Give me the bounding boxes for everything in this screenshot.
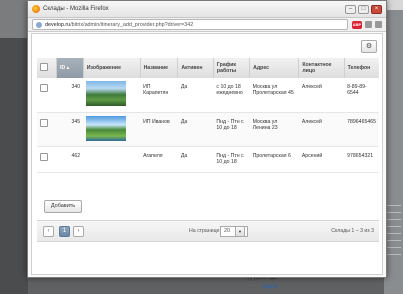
table-header-row: ID ▴ Изображение Название Активен График… bbox=[37, 58, 379, 78]
title-bar[interactable]: Склады - Mozilla Firefox – □ × bbox=[28, 1, 386, 18]
column-header-schedule[interactable]: График работы bbox=[213, 58, 251, 78]
maximize-button[interactable]: □ bbox=[358, 4, 369, 14]
column-header-active[interactable]: Активен bbox=[177, 58, 214, 78]
column-header-contact[interactable]: Контактное лицо bbox=[298, 58, 345, 78]
column-header-phone[interactable]: Телефон bbox=[344, 58, 379, 78]
content-area: ⚙ ID ▴ Изображение Название Активен Граф… bbox=[31, 33, 383, 275]
cell-address: Москва ул Пролетарская 45 bbox=[249, 78, 299, 113]
records-count: Склады 1 – 3 из 3 bbox=[331, 228, 374, 234]
url-domain: develop.ru bbox=[45, 21, 71, 28]
cell-phone: 978654321 bbox=[344, 146, 379, 173]
cell-schedule: Пнд - Птн с 10 до 18 bbox=[213, 146, 250, 173]
minimize-button[interactable]: – bbox=[345, 4, 356, 14]
cell-active: Да bbox=[177, 78, 214, 113]
cell-contact: Арсений bbox=[298, 146, 345, 173]
chevron-down-icon[interactable]: ▼ bbox=[235, 226, 245, 237]
prev-page-button[interactable]: ‹ bbox=[43, 226, 54, 237]
cell-name: ИП Иванов bbox=[140, 112, 178, 147]
cell-phone: 7896465465 bbox=[344, 112, 379, 147]
adblock-icon[interactable]: ABP bbox=[352, 20, 362, 29]
add-button[interactable]: Добавить bbox=[44, 200, 82, 213]
url-path: /bitrix/admin/itinerary_add_provider.php… bbox=[70, 21, 194, 28]
cell-id: 462 bbox=[56, 146, 84, 173]
cell-id: 345 bbox=[56, 112, 84, 147]
column-header-image[interactable]: Изображение bbox=[83, 58, 141, 78]
background-map-link[interactable]: Карта bbox=[262, 284, 278, 290]
cell-id: 340 bbox=[56, 78, 84, 113]
cell-contact: Алексей bbox=[298, 78, 345, 113]
cell-name: ИП Карапетян bbox=[140, 78, 178, 113]
popup-window: Склады - Mozilla Firefox – □ × develop.r… bbox=[27, 0, 387, 278]
table-row[interactable]: 340 ИП Карапетян Да с 10 до 18 ежедневно… bbox=[37, 78, 379, 113]
background-side-lines bbox=[386, 205, 401, 261]
column-header-address[interactable]: Адрес bbox=[249, 58, 300, 78]
cell-active: Да bbox=[177, 146, 214, 173]
table-row[interactable]: 462 Агапеля Да Пнд - Птн с 10 до 18 Прол… bbox=[37, 146, 379, 173]
provider-image bbox=[86, 115, 127, 141]
column-header-name[interactable]: Название bbox=[140, 58, 179, 78]
cell-name: Агапеля bbox=[140, 146, 178, 173]
cell-address: Пролетарская 6 bbox=[249, 146, 299, 173]
row-checkbox[interactable] bbox=[40, 84, 48, 92]
select-all-checkbox[interactable] bbox=[40, 63, 48, 71]
toolbar-icon[interactable] bbox=[365, 21, 372, 28]
cell-address: Москва ул Ленина 23 bbox=[249, 112, 299, 147]
current-page[interactable]: 1 bbox=[59, 226, 70, 237]
select-all-header bbox=[37, 58, 58, 78]
cell-active: Да bbox=[177, 112, 214, 147]
row-checkbox[interactable] bbox=[40, 118, 48, 127]
firefox-icon bbox=[32, 5, 40, 13]
window-title: Склады - Mozilla Firefox bbox=[43, 6, 109, 12]
background-left-header bbox=[0, 0, 28, 38]
site-identity-icon bbox=[36, 21, 42, 28]
pagination-bar: ‹ 1 › На странице: 20 ▼ Склады 1 – 3 из … bbox=[37, 220, 379, 242]
url-field[interactable]: develop.ru /bitrix/admin/itinerary_add_p… bbox=[32, 19, 348, 30]
background-left-panel bbox=[0, 0, 28, 294]
settings-gear-icon[interactable]: ⚙ bbox=[361, 40, 377, 53]
next-page-button[interactable]: › bbox=[73, 226, 84, 237]
cell-schedule: с 10 до 18 ежедневно bbox=[213, 78, 250, 113]
cell-phone: 8-89-89-6544 bbox=[344, 78, 379, 113]
per-page-label: На странице: bbox=[189, 228, 221, 234]
cell-contact: Алексей bbox=[298, 112, 345, 147]
cell-schedule: Пнд - Птн с 10 до 18 bbox=[213, 112, 250, 147]
providers-table: ID ▴ Изображение Название Активен График… bbox=[37, 58, 379, 173]
toolbar-menu-icon[interactable] bbox=[375, 21, 382, 28]
column-header-id[interactable]: ID ▴ bbox=[56, 58, 84, 78]
row-checkbox[interactable] bbox=[40, 152, 48, 161]
url-bar: develop.ru /bitrix/admin/itinerary_add_p… bbox=[28, 18, 386, 32]
table-row[interactable]: 345 ИП Иванов Да Пнд - Птн с 10 до 18 Мо… bbox=[37, 112, 379, 147]
close-button[interactable]: × bbox=[371, 4, 382, 14]
list-toolbar: ⚙ bbox=[32, 34, 382, 54]
provider-image bbox=[86, 81, 127, 106]
